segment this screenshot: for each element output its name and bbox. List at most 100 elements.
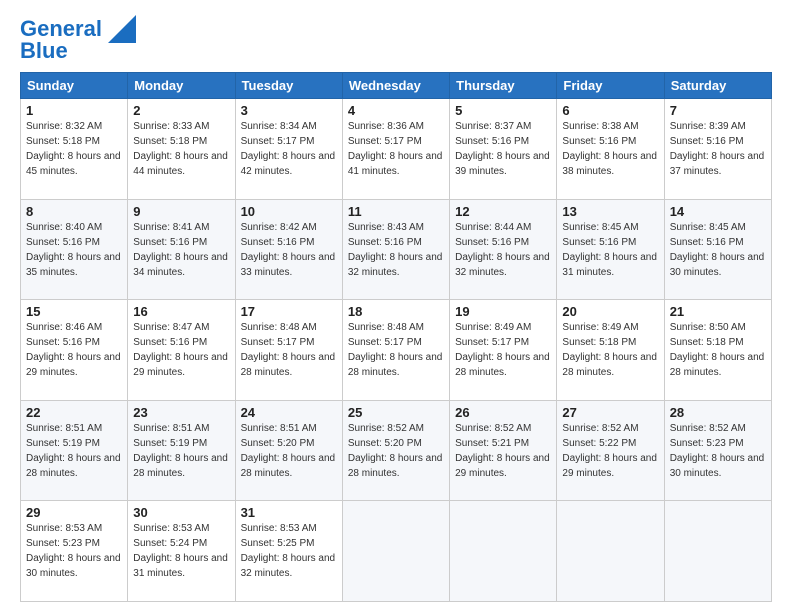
calendar-day-cell: 30 Sunrise: 8:53 AMSunset: 5:24 PMDayligh… (128, 501, 235, 602)
day-number: 4 (348, 103, 444, 118)
calendar-day-cell (664, 501, 771, 602)
calendar-day-cell: 28 Sunrise: 8:52 AMSunset: 5:23 PMDayligh… (664, 400, 771, 501)
calendar-week-row: 1 Sunrise: 8:32 AMSunset: 5:18 PMDaylight… (21, 99, 772, 200)
weekday-header: Monday (128, 73, 235, 99)
day-info: Sunrise: 8:37 AMSunset: 5:16 PMDaylight:… (455, 121, 550, 177)
calendar-day-cell (450, 501, 557, 602)
day-number: 16 (133, 304, 229, 319)
page: General Blue SundayMondayTuesdayWednesda… (0, 0, 792, 612)
calendar-day-cell (557, 501, 664, 602)
day-number: 20 (562, 304, 658, 319)
calendar-day-cell: 7 Sunrise: 8:39 AMSunset: 5:16 PMDaylight… (664, 99, 771, 200)
day-info: Sunrise: 8:45 AMSunset: 5:16 PMDaylight:… (562, 222, 657, 278)
day-info: Sunrise: 8:51 AMSunset: 5:20 PMDaylight:… (241, 423, 336, 479)
calendar-day-cell: 11 Sunrise: 8:43 AMSunset: 5:16 PMDayligh… (342, 199, 449, 300)
calendar-day-cell: 14Sunrise: 8:45 AMSunset: 5:16 PMDayligh… (664, 199, 771, 300)
calendar-day-cell: 19 Sunrise: 8:49 AMSunset: 5:17 PMDayligh… (450, 300, 557, 401)
calendar-day-cell: 15Sunrise: 8:46 AMSunset: 5:16 PMDayligh… (21, 300, 128, 401)
day-info: Sunrise: 8:34 AMSunset: 5:17 PMDaylight:… (241, 121, 336, 177)
day-info: Sunrise: 8:53 AMSunset: 5:25 PMDaylight:… (241, 523, 336, 579)
day-number: 7 (670, 103, 766, 118)
calendar-week-row: 22 Sunrise: 8:51 AMSunset: 5:19 PMDayligh… (21, 400, 772, 501)
calendar-day-cell: 22Sunrise: 8:51 AMSunset: 5:19 PMDayligh… (21, 400, 128, 501)
day-info: Sunrise: 8:45 AMSunset: 5:16 PMDaylight:… (670, 222, 765, 278)
day-info: Sunrise: 8:39 AMSunset: 5:16 PMDaylight:… (670, 121, 765, 177)
calendar-day-cell: 23 Sunrise: 8:51 AMSunset: 5:19 PMDayligh… (128, 400, 235, 501)
day-info: Sunrise: 8:53 AMSunset: 5:23 PMDaylight:… (26, 523, 121, 579)
day-number: 27 (562, 405, 658, 420)
day-number: 17 (241, 304, 337, 319)
day-info: Sunrise: 8:48 AMSunset: 5:17 PMDaylight:… (348, 322, 443, 378)
day-info: Sunrise: 8:33 AMSunset: 5:18 PMDaylight:… (133, 121, 228, 177)
weekday-header: Thursday (450, 73, 557, 99)
logo: General Blue (20, 18, 136, 62)
day-number: 8 (26, 204, 122, 219)
calendar-week-row: 8Sunrise: 8:40 AMSunset: 5:16 PMDaylight… (21, 199, 772, 300)
day-number: 1 (26, 103, 122, 118)
calendar-day-cell: 4Sunrise: 8:36 AMSunset: 5:17 PMDaylight… (342, 99, 449, 200)
day-info: Sunrise: 8:42 AMSunset: 5:16 PMDaylight:… (241, 222, 336, 278)
day-number: 6 (562, 103, 658, 118)
day-info: Sunrise: 8:50 AMSunset: 5:18 PMDaylight:… (670, 322, 765, 378)
day-info: Sunrise: 8:52 AMSunset: 5:20 PMDaylight:… (348, 423, 443, 479)
calendar-day-cell: 12Sunrise: 8:44 AMSunset: 5:16 PMDayligh… (450, 199, 557, 300)
weekday-header: Saturday (664, 73, 771, 99)
calendar-day-cell: 3 Sunrise: 8:34 AMSunset: 5:17 PMDaylight… (235, 99, 342, 200)
weekday-header: Tuesday (235, 73, 342, 99)
weekday-header: Sunday (21, 73, 128, 99)
day-info: Sunrise: 8:53 AMSunset: 5:24 PMDaylight:… (133, 523, 228, 579)
calendar-day-cell: 9 Sunrise: 8:41 AMSunset: 5:16 PMDaylight… (128, 199, 235, 300)
day-number: 28 (670, 405, 766, 420)
calendar-header-row: SundayMondayTuesdayWednesdayThursdayFrid… (21, 73, 772, 99)
day-info: Sunrise: 8:47 AMSunset: 5:16 PMDaylight:… (133, 322, 228, 378)
logo-icon (108, 15, 136, 43)
day-info: Sunrise: 8:52 AMSunset: 5:22 PMDaylight:… (562, 423, 657, 479)
day-info: Sunrise: 8:52 AMSunset: 5:23 PMDaylight:… (670, 423, 765, 479)
calendar-table: SundayMondayTuesdayWednesdayThursdayFrid… (20, 72, 772, 602)
day-info: Sunrise: 8:44 AMSunset: 5:16 PMDaylight:… (455, 222, 550, 278)
day-info: Sunrise: 8:43 AMSunset: 5:16 PMDaylight:… (348, 222, 443, 278)
calendar-day-cell: 8Sunrise: 8:40 AMSunset: 5:16 PMDaylight… (21, 199, 128, 300)
calendar-day-cell: 18 Sunrise: 8:48 AMSunset: 5:17 PMDayligh… (342, 300, 449, 401)
calendar-day-cell: 27 Sunrise: 8:52 AMSunset: 5:22 PMDayligh… (557, 400, 664, 501)
day-info: Sunrise: 8:38 AMSunset: 5:16 PMDaylight:… (562, 121, 657, 177)
day-info: Sunrise: 8:48 AMSunset: 5:17 PMDaylight:… (241, 322, 336, 378)
logo-blue: Blue (20, 38, 68, 63)
calendar-day-cell: 20 Sunrise: 8:49 AMSunset: 5:18 PMDayligh… (557, 300, 664, 401)
calendar-day-cell: 31 Sunrise: 8:53 AMSunset: 5:25 PMDayligh… (235, 501, 342, 602)
calendar-day-cell: 13 Sunrise: 8:45 AMSunset: 5:16 PMDayligh… (557, 199, 664, 300)
day-info: Sunrise: 8:32 AMSunset: 5:18 PMDaylight:… (26, 121, 121, 177)
calendar-day-cell: 29Sunrise: 8:53 AMSunset: 5:23 PMDayligh… (21, 501, 128, 602)
day-number: 30 (133, 505, 229, 520)
header: General Blue (20, 18, 772, 62)
day-number: 22 (26, 405, 122, 420)
day-number: 26 (455, 405, 551, 420)
calendar-day-cell: 24 Sunrise: 8:51 AMSunset: 5:20 PMDayligh… (235, 400, 342, 501)
day-number: 31 (241, 505, 337, 520)
day-info: Sunrise: 8:51 AMSunset: 5:19 PMDaylight:… (133, 423, 228, 479)
calendar-day-cell: 1 Sunrise: 8:32 AMSunset: 5:18 PMDaylight… (21, 99, 128, 200)
calendar-day-cell: 26Sunrise: 8:52 AMSunset: 5:21 PMDayligh… (450, 400, 557, 501)
day-number: 15 (26, 304, 122, 319)
calendar-day-cell: 2 Sunrise: 8:33 AMSunset: 5:18 PMDaylight… (128, 99, 235, 200)
calendar-day-cell (342, 501, 449, 602)
day-number: 11 (348, 204, 444, 219)
day-info: Sunrise: 8:49 AMSunset: 5:17 PMDaylight:… (455, 322, 550, 378)
day-number: 9 (133, 204, 229, 219)
day-number: 18 (348, 304, 444, 319)
calendar-day-cell: 17 Sunrise: 8:48 AMSunset: 5:17 PMDayligh… (235, 300, 342, 401)
day-info: Sunrise: 8:49 AMSunset: 5:18 PMDaylight:… (562, 322, 657, 378)
calendar-day-cell: 16 Sunrise: 8:47 AMSunset: 5:16 PMDayligh… (128, 300, 235, 401)
weekday-header: Friday (557, 73, 664, 99)
day-number: 2 (133, 103, 229, 118)
calendar-day-cell: 6 Sunrise: 8:38 AMSunset: 5:16 PMDaylight… (557, 99, 664, 200)
day-number: 10 (241, 204, 337, 219)
day-number: 23 (133, 405, 229, 420)
day-number: 24 (241, 405, 337, 420)
day-number: 3 (241, 103, 337, 118)
calendar-week-row: 15Sunrise: 8:46 AMSunset: 5:16 PMDayligh… (21, 300, 772, 401)
day-number: 19 (455, 304, 551, 319)
day-number: 13 (562, 204, 658, 219)
day-info: Sunrise: 8:41 AMSunset: 5:16 PMDaylight:… (133, 222, 228, 278)
logo-text: General Blue (20, 18, 102, 62)
